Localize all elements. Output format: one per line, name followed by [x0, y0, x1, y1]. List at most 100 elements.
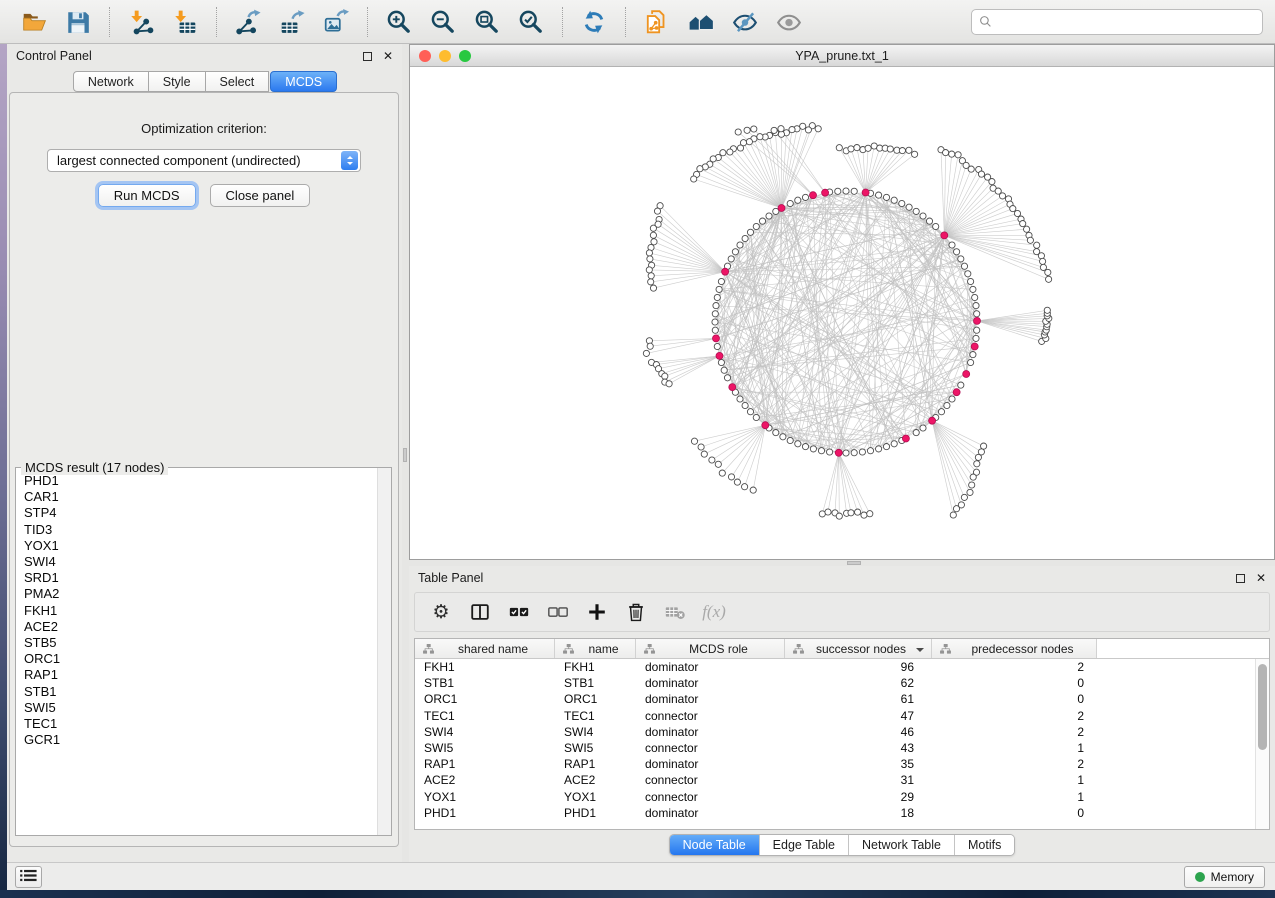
- cell-name[interactable]: SWI4: [555, 725, 636, 739]
- cell-mcds-role[interactable]: dominator: [636, 725, 785, 739]
- cell-predecessor-nodes[interactable]: 1: [932, 790, 1084, 804]
- cell-mcds-role[interactable]: connector: [636, 790, 785, 804]
- table-row[interactable]: YOX1YOX1connector291: [415, 789, 1255, 805]
- mcds-result-item[interactable]: TID3: [24, 522, 377, 538]
- cell-successor-nodes[interactable]: 96: [785, 660, 914, 674]
- float-table-panel-icon[interactable]: [1236, 574, 1245, 583]
- memory-button[interactable]: Memory: [1184, 866, 1265, 888]
- table-splitter-grip[interactable]: [847, 561, 861, 565]
- delete-table-button[interactable]: [663, 600, 687, 624]
- mcds-result-item[interactable]: SWI5: [24, 700, 377, 716]
- cell-mcds-role[interactable]: dominator: [636, 676, 785, 690]
- table-tab-edge-table[interactable]: Edge Table: [760, 835, 849, 855]
- table-row[interactable]: PHD1PHD1dominator180: [415, 805, 1255, 821]
- mcds-result-item[interactable]: FKH1: [24, 603, 377, 619]
- cell-mcds-role[interactable]: dominator: [636, 660, 785, 674]
- share-document-button[interactable]: [642, 7, 672, 37]
- cell-name[interactable]: TEC1: [555, 709, 636, 723]
- column-header-mcds-role[interactable]: MCDS role: [636, 639, 785, 658]
- splitter-grip[interactable]: [403, 448, 407, 462]
- column-header-shared-name[interactable]: shared name: [415, 639, 555, 658]
- refresh-layout-button[interactable]: [579, 7, 609, 37]
- cell-name[interactable]: YOX1: [555, 790, 636, 804]
- float-panel-icon[interactable]: [363, 52, 372, 61]
- cell-mcds-role[interactable]: dominator: [636, 806, 785, 820]
- cell-name[interactable]: ORC1: [555, 692, 636, 706]
- column-header-predecessor-nodes[interactable]: predecessor nodes: [932, 639, 1097, 658]
- tab-mcds[interactable]: MCDS: [270, 71, 337, 92]
- table-tab-motifs[interactable]: Motifs: [955, 835, 1014, 855]
- cell-successor-nodes[interactable]: 18: [785, 806, 914, 820]
- panel-splitter[interactable]: [402, 44, 409, 862]
- cell-name[interactable]: FKH1: [555, 660, 636, 674]
- open-session-button[interactable]: [19, 7, 49, 37]
- cell-predecessor-nodes[interactable]: 0: [932, 676, 1084, 690]
- mcds-result-item[interactable]: TEC1: [24, 716, 377, 732]
- cell-predecessor-nodes[interactable]: 2: [932, 660, 1084, 674]
- settings-button[interactable]: ⚙: [429, 600, 453, 624]
- table-row[interactable]: FKH1FKH1dominator962: [415, 659, 1255, 675]
- table-scrollbar[interactable]: [1255, 659, 1269, 829]
- mcds-result-item[interactable]: CAR1: [24, 489, 377, 505]
- close-table-panel-icon[interactable]: [1256, 572, 1266, 584]
- cell-shared-name[interactable]: TEC1: [415, 709, 555, 723]
- mcds-result-item[interactable]: ORC1: [24, 651, 377, 667]
- mcds-result-item[interactable]: ACE2: [24, 619, 377, 635]
- zoom-fit-button[interactable]: [472, 7, 502, 37]
- cell-shared-name[interactable]: ACE2: [415, 773, 555, 787]
- column-header-successor-nodes[interactable]: successor nodes: [785, 639, 932, 658]
- show-graphics-button[interactable]: [774, 7, 804, 37]
- cell-predecessor-nodes[interactable]: 0: [932, 692, 1084, 706]
- cell-mcds-role[interactable]: connector: [636, 773, 785, 787]
- hide-graphics-button[interactable]: [730, 7, 760, 37]
- export-image-button[interactable]: [321, 7, 351, 37]
- table-row[interactable]: TEC1TEC1connector472: [415, 708, 1255, 724]
- column-header-name[interactable]: name: [555, 639, 636, 658]
- mcds-result-item[interactable]: GCR1: [24, 732, 377, 748]
- cell-name[interactable]: STB1: [555, 676, 636, 690]
- import-network-button[interactable]: [126, 7, 156, 37]
- cell-successor-nodes[interactable]: 61: [785, 692, 914, 706]
- mcds-result-item[interactable]: STP4: [24, 505, 377, 521]
- zoom-out-button[interactable]: [428, 7, 458, 37]
- mcds-result-item[interactable]: SRD1: [24, 570, 377, 586]
- result-scrollbar[interactable]: [377, 468, 391, 835]
- mcds-result-item[interactable]: PMA2: [24, 586, 377, 602]
- fx-button[interactable]: f(x): [702, 600, 726, 624]
- cell-shared-name[interactable]: PHD1: [415, 806, 555, 820]
- table-scrollbar-thumb[interactable]: [1258, 664, 1267, 750]
- cell-predecessor-nodes[interactable]: 1: [932, 773, 1084, 787]
- table-row[interactable]: SWI5SWI5connector431: [415, 740, 1255, 756]
- criterion-select[interactable]: largest connected component (undirected): [47, 149, 361, 172]
- cell-name[interactable]: ACE2: [555, 773, 636, 787]
- table-row[interactable]: ACE2ACE2connector311: [415, 772, 1255, 788]
- cell-shared-name[interactable]: YOX1: [415, 790, 555, 804]
- task-history-button[interactable]: [15, 866, 42, 888]
- close-window-button[interactable]: [419, 50, 431, 62]
- cell-successor-nodes[interactable]: 46: [785, 725, 914, 739]
- cell-predecessor-nodes[interactable]: 2: [932, 757, 1084, 771]
- mcds-result-item[interactable]: RAP1: [24, 667, 377, 683]
- table-tab-network-table[interactable]: Network Table: [849, 835, 955, 855]
- cell-mcds-role[interactable]: connector: [636, 741, 785, 755]
- cell-name[interactable]: RAP1: [555, 757, 636, 771]
- maximize-window-button[interactable]: [459, 50, 471, 62]
- cell-successor-nodes[interactable]: 31: [785, 773, 914, 787]
- mcds-result-item[interactable]: SWI4: [24, 554, 377, 570]
- mcds-result-item[interactable]: YOX1: [24, 538, 377, 554]
- deselect-all-button[interactable]: [546, 600, 570, 624]
- delete-row-button[interactable]: [624, 600, 648, 624]
- cell-mcds-role[interactable]: dominator: [636, 692, 785, 706]
- network-canvas[interactable]: [410, 67, 1274, 559]
- cell-shared-name[interactable]: RAP1: [415, 757, 555, 771]
- table-tab-node-table[interactable]: Node Table: [670, 835, 760, 855]
- cell-successor-nodes[interactable]: 47: [785, 709, 914, 723]
- mcds-result-item[interactable]: STB1: [24, 684, 377, 700]
- run-mcds-button[interactable]: Run MCDS: [98, 184, 196, 207]
- save-session-button[interactable]: [63, 7, 93, 37]
- cell-shared-name[interactable]: SWI4: [415, 725, 555, 739]
- cell-predecessor-nodes[interactable]: 2: [932, 725, 1084, 739]
- split-panel-button[interactable]: [468, 600, 492, 624]
- cell-name[interactable]: PHD1: [555, 806, 636, 820]
- cell-shared-name[interactable]: ORC1: [415, 692, 555, 706]
